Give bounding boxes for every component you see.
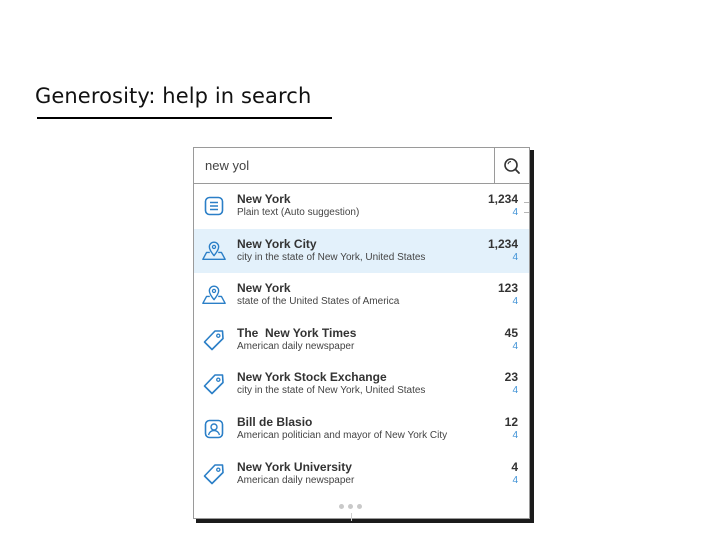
tag-icon	[201, 371, 227, 397]
results-list: New York Plain text (Auto suggestion) 1,23…	[194, 184, 529, 496]
result-subcount: 4	[512, 251, 518, 263]
result-row[interactable]: Bill de Blasio American politician and ma…	[194, 407, 529, 452]
result-description: state of the United States of America	[237, 296, 400, 308]
scroll-tick	[524, 202, 529, 203]
result-subcount: 4	[512, 385, 518, 397]
dot	[348, 504, 353, 509]
scroll-tick	[524, 212, 529, 213]
dot	[339, 504, 344, 509]
result-subcount: 4	[512, 340, 518, 352]
result-description: Plain text (Auto suggestion)	[237, 207, 360, 218]
search-bar	[194, 148, 529, 184]
result-description: city in the state of New York, United St…	[237, 251, 426, 263]
result-count: 23	[504, 370, 518, 385]
search-button[interactable]	[494, 148, 529, 183]
result-description: city in the state of New York, United St…	[237, 385, 426, 397]
result-row[interactable]: New York University American daily newspa…	[194, 452, 529, 497]
result-subcount: 4	[512, 207, 518, 218]
result-name: New York City	[237, 236, 317, 251]
result-row[interactable]: New York state of the United States of Am…	[194, 273, 529, 318]
search-icon	[503, 157, 521, 175]
result-name: Bill de Blasio	[237, 414, 313, 429]
title-underline	[37, 117, 332, 119]
result-subcount: 4	[512, 296, 518, 308]
result-count: 1,234	[487, 236, 518, 251]
result-name: New York University	[237, 459, 352, 474]
scroll-stub	[351, 513, 352, 521]
search-input[interactable]	[194, 148, 494, 183]
result-count: 4	[511, 459, 518, 474]
result-row[interactable]: New York Stock Exchange city in the state…	[194, 362, 529, 407]
person-icon	[201, 416, 227, 442]
dot	[357, 504, 362, 509]
result-description: American politician and mayor of New Yor…	[237, 429, 448, 441]
tag-icon	[201, 461, 227, 487]
result-name: New York Stock Exchange	[237, 370, 387, 385]
result-count: 1,234	[487, 192, 518, 206]
result-row[interactable]: New York City city in the state of New Yo…	[194, 228, 529, 274]
result-name: New York	[237, 281, 291, 296]
result-name: New York	[237, 192, 291, 206]
result-row[interactable]: The New York Times American daily newspap…	[194, 318, 529, 363]
result-count: 123	[497, 281, 518, 296]
result-subcount: 4	[512, 429, 518, 441]
result-description: American daily newspaper	[237, 474, 355, 486]
result-subcount: 4	[512, 474, 518, 486]
result-count: 12	[504, 414, 518, 429]
result-count: 45	[504, 325, 518, 340]
search-widget: New YorkPlain text (Auto suggestion)1,23…	[193, 147, 530, 521]
map-pin-icon	[201, 238, 227, 264]
document-icon	[201, 193, 227, 219]
result-name: The New York Times	[237, 325, 357, 340]
result-row[interactable]: New York Plain text (Auto suggestion) 1,23…	[194, 184, 529, 229]
result-description: American daily newspaper	[237, 340, 355, 352]
more-results-dots[interactable]	[339, 504, 362, 509]
slide-title: Generosity: help in search	[35, 84, 312, 108]
map-pin-icon	[201, 282, 227, 308]
tag-icon	[201, 327, 227, 353]
